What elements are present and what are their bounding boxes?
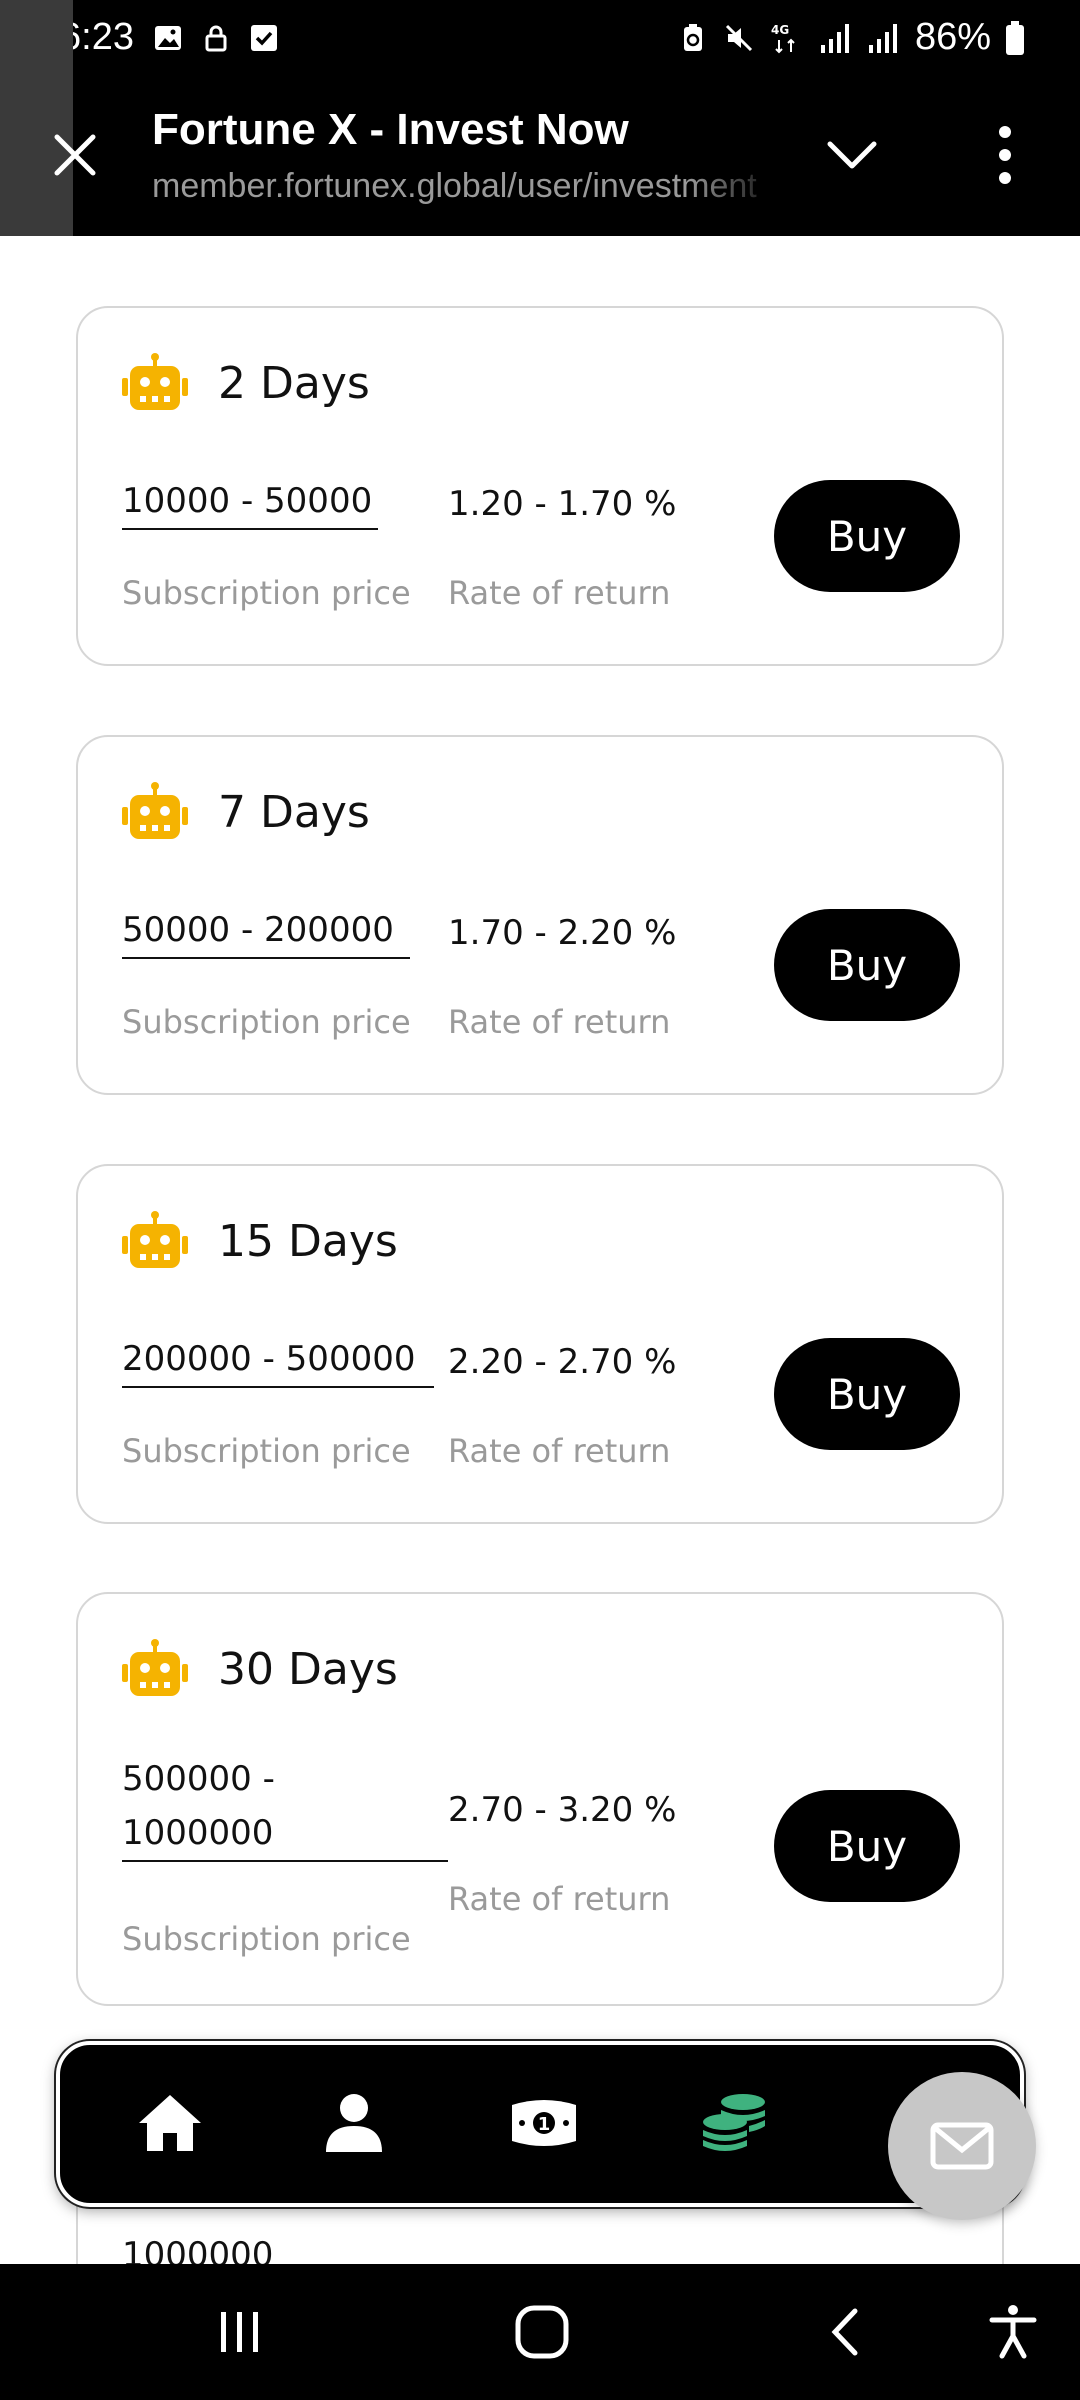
mail-icon [930,2122,994,2170]
contact-mail-button[interactable] [888,2072,1036,2220]
svg-text:1: 1 [538,2114,551,2135]
page-url[interactable]: member.fortunex.global/user/investment [152,167,782,206]
status-bar: 6:23 4G 86% [0,0,1080,75]
rate-of-return: 1.20 - 1.70 % [448,484,677,524]
subscription-price-label: Subscription price [122,1920,411,1958]
buy-button[interactable]: Buy [774,1790,960,1902]
subscription-price: 500000 - 1000000 [122,1752,448,1862]
mute-icon [725,24,752,51]
rate-of-return: 1.70 - 2.20 % [448,913,677,953]
plan-card: 7 Days 50000 - 200000 Subscription price… [76,735,1004,1095]
svg-text:4G: 4G [771,23,789,37]
subscription-price: 200000 - 500000 [122,1332,434,1388]
back-button[interactable] [810,2302,880,2362]
nav-profile[interactable] [314,2083,394,2163]
battery-percent: 86% [914,16,991,58]
plan-duration: 30 Days [218,1643,398,1695]
bottom-nav: 1 [56,2041,1024,2207]
plan-duration: 7 Days [218,786,370,838]
chevron-down-icon[interactable] [820,130,884,180]
buy-button[interactable]: Buy [774,480,960,592]
robot-icon [122,1639,188,1696]
robot-icon [122,1211,188,1268]
subscription-price: 10000 - 50000 [122,474,378,530]
home-circle-icon [515,2305,569,2359]
subscription-price-label: Subscription price [122,574,411,612]
battery-saver-icon [683,23,702,51]
robot-icon [122,782,188,839]
plan-card: 2 Days 10000 - 50000 Subscription price … [76,306,1004,666]
subscription-price: 50000 - 200000 [122,903,410,959]
lock-icon [205,25,227,51]
subscription-price-label: Subscription price [122,1003,411,1041]
buy-button[interactable]: Buy [774,909,960,1021]
subscription-price-line1: 500000 - [122,1759,275,1799]
subscription-price: 1000000 [122,2235,274,2264]
plan-duration: 2 Days [218,357,370,409]
home-icon [139,2095,201,2151]
system-nav-bar [0,2264,1080,2400]
nav-invest[interactable] [694,2083,774,2163]
money-icon: 1 [512,2100,576,2146]
rate-of-return-label: Rate of return [448,574,671,612]
plan-card: 30 Days 500000 - 1000000 Subscription pr… [76,1592,1004,2006]
close-icon[interactable] [45,125,105,185]
accessibility-button[interactable] [978,2302,1048,2362]
page-title: Fortune X - Invest Now [152,105,629,154]
coins-icon [703,2094,765,2151]
user-icon [326,2094,382,2152]
rate-of-return: 2.20 - 2.70 % [448,1342,677,1382]
signal-icon-2 [868,23,897,53]
battery-icon [1006,20,1024,55]
recents-button[interactable] [205,2302,275,2362]
network-4g-icon: 4G [771,23,795,53]
plan-card: 15 Days 200000 - 500000 Subscription pri… [76,1164,1004,1524]
robot-icon [122,353,188,410]
checkbox-icon [250,24,277,51]
subscription-price-line2: 1000000 [122,1813,274,1853]
nav-money[interactable]: 1 [504,2083,584,2163]
subscription-price-label: Subscription price [122,1432,411,1470]
buy-button[interactable]: Buy [774,1338,960,1450]
rate-of-return: 2.70 - 3.20 % [448,1790,677,1830]
more-vert-icon[interactable] [985,120,1025,190]
back-icon [831,2308,858,2356]
rate-of-return-label: Rate of return [448,1880,671,1918]
plan-duration: 15 Days [218,1215,398,1267]
accessibility-icon [989,2305,1037,2359]
rate-of-return-label: Rate of return [448,1432,671,1470]
nav-home[interactable] [130,2083,210,2163]
signal-icon [820,23,849,53]
home-button[interactable] [507,2302,577,2362]
plans-list[interactable]: 2 Days 10000 - 50000 Subscription price … [0,236,1080,2264]
rate-of-return-label: Rate of return [448,1003,671,1041]
recents-icon [221,2312,258,2352]
custom-tab-header: Fortune X - Invest Now member.fortunex.g… [0,0,1080,236]
image-icon [154,25,181,50]
